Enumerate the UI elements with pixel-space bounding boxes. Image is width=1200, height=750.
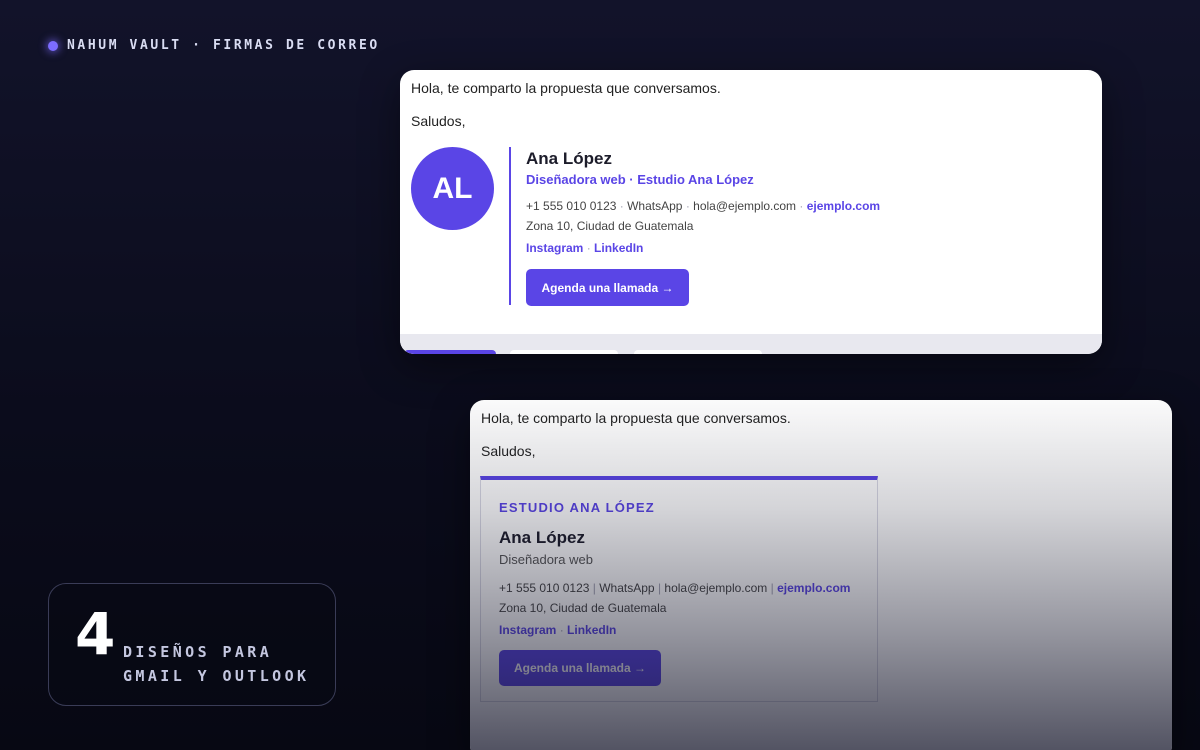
signature-contact-line: +1 555 010 0123 · WhatsApp · hola@ejempl… bbox=[526, 199, 880, 213]
signature-address: Zona 10, Ciudad de Guatemala bbox=[499, 601, 667, 615]
contact-separator: · bbox=[799, 199, 804, 213]
signature-studio: ESTUDIO ANA LÓPEZ bbox=[499, 500, 655, 515]
whatsapp-link[interactable]: WhatsApp bbox=[627, 199, 682, 213]
instagram-link[interactable]: Instagram bbox=[499, 623, 556, 637]
signature-preview-card-2: Hola, te comparto la propuesta que conve… bbox=[470, 400, 1172, 750]
linkedin-link[interactable]: LinkedIn bbox=[567, 623, 616, 637]
contact-separator: | bbox=[770, 581, 774, 595]
designs-count-badge: 4 DISEÑOS PARA GMAIL Y OUTLOOK bbox=[48, 583, 336, 706]
schedule-call-button[interactable]: Agenda una llamada → bbox=[499, 650, 661, 686]
website-link[interactable]: ejemplo.com bbox=[777, 581, 850, 595]
contact-separator: | bbox=[657, 581, 662, 595]
schedule-call-button[interactable]: Agenda una llamada → bbox=[526, 269, 689, 306]
whatsapp-link[interactable]: WhatsApp bbox=[599, 581, 654, 595]
email-link[interactable]: hola@ejemplo.com bbox=[693, 199, 796, 213]
design-tab-1[interactable] bbox=[404, 350, 496, 354]
email-body-closing: Saludos, bbox=[481, 443, 536, 459]
linkedin-link[interactable]: LinkedIn bbox=[594, 241, 643, 255]
brand-header: NAHUM VAULT · FIRMAS DE CORREO bbox=[48, 38, 380, 53]
design-tab-2[interactable] bbox=[510, 350, 618, 354]
signature-contact-line: +1 555 010 0123 | WhatsApp | hola@ejempl… bbox=[499, 581, 850, 595]
website-link[interactable]: ejemplo.com bbox=[807, 199, 880, 213]
email-link[interactable]: hola@ejemplo.com bbox=[664, 581, 767, 595]
phone-number: +1 555 010 0123 bbox=[526, 199, 617, 213]
design-tab-3[interactable] bbox=[634, 350, 762, 354]
signature-name: Ana López bbox=[526, 149, 612, 168]
signature-box: ESTUDIO ANA LÓPEZ Ana López Diseñadora w… bbox=[480, 476, 878, 702]
avatar: AL bbox=[411, 147, 494, 230]
signature-role: Diseñadora web · Estudio Ana López bbox=[526, 172, 754, 187]
social-separator: · bbox=[559, 623, 564, 637]
phone-number: +1 555 010 0123 bbox=[499, 581, 590, 595]
social-links: Instagram · LinkedIn bbox=[499, 623, 616, 637]
social-separator: · bbox=[586, 241, 591, 255]
signature-address: Zona 10, Ciudad de Guatemala bbox=[526, 219, 694, 233]
contact-separator: | bbox=[592, 581, 596, 595]
designs-count: 4 bbox=[75, 600, 116, 668]
signature-preview-card-1: Hola, te comparto la propuesta que conve… bbox=[400, 70, 1102, 354]
social-links: Instagram · LinkedIn bbox=[526, 241, 643, 255]
signature-divider bbox=[509, 147, 511, 305]
signature-name: Ana López bbox=[499, 528, 585, 547]
badge-line-2: GMAIL Y OUTLOOK bbox=[123, 667, 310, 685]
email-body-greeting: Hola, te comparto la propuesta que conve… bbox=[481, 410, 791, 426]
contact-separator: · bbox=[619, 199, 624, 213]
instagram-link[interactable]: Instagram bbox=[526, 241, 583, 255]
contact-separator: · bbox=[685, 199, 690, 213]
email-body-closing: Saludos, bbox=[411, 113, 466, 129]
signature-role: Diseñadora web bbox=[499, 552, 593, 567]
email-body-greeting: Hola, te comparto la propuesta que conve… bbox=[411, 80, 721, 96]
badge-line-1: DISEÑOS PARA bbox=[123, 643, 273, 661]
brand-dot-icon bbox=[48, 40, 58, 51]
brand-title: NAHUM VAULT · FIRMAS DE CORREO bbox=[67, 38, 380, 53]
